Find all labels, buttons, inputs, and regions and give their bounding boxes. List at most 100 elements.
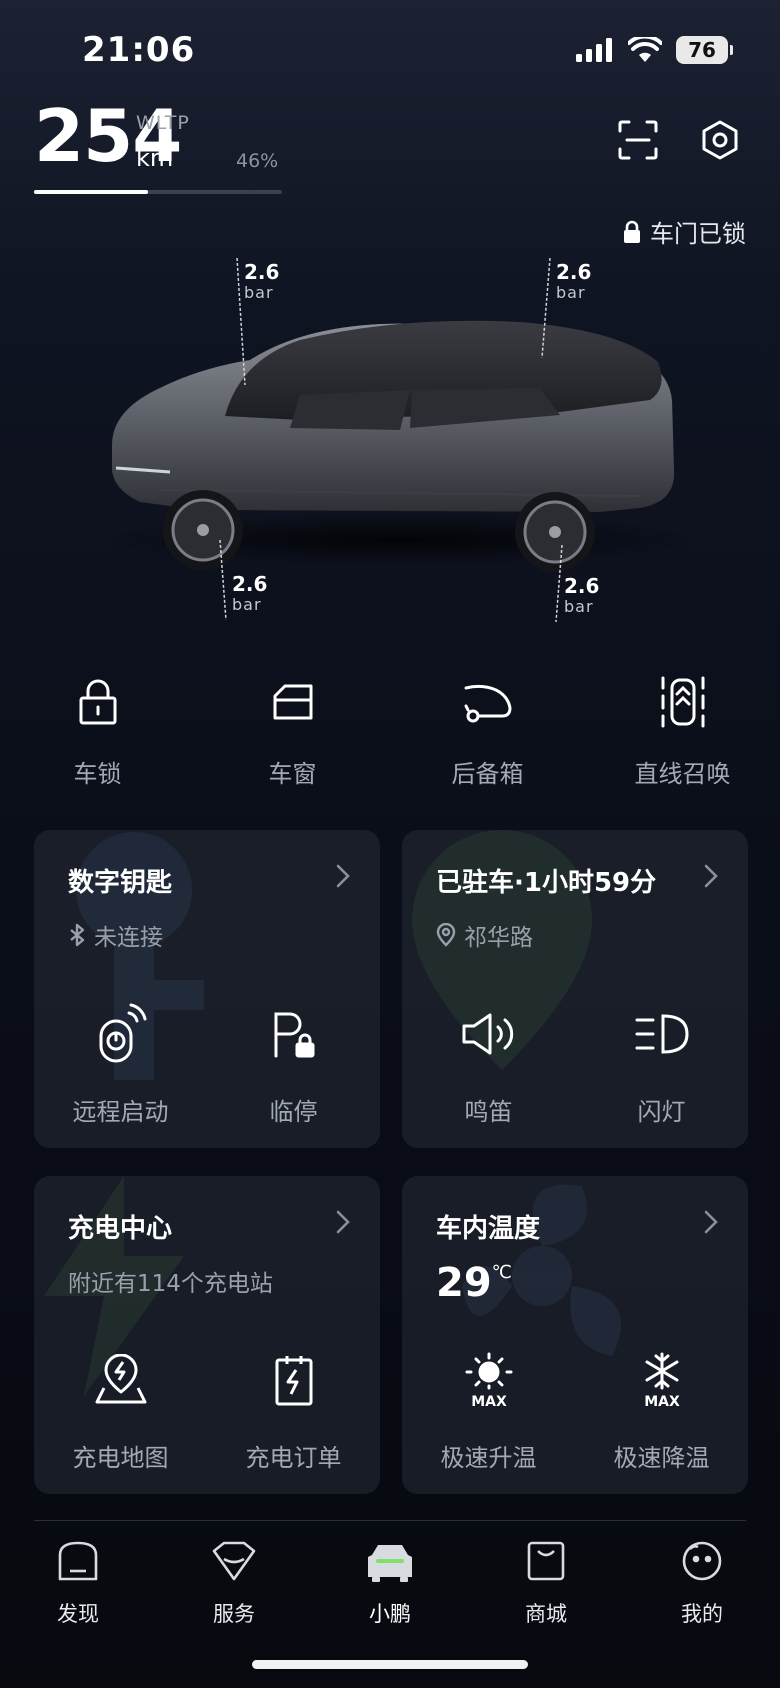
action-label: 充电地图 [72,1444,169,1472]
tab-discover[interactable]: 发现 [0,1536,156,1628]
tabbar-divider [34,1520,746,1521]
max-label: MAX [471,1394,507,1408]
card-parking[interactable]: 已驻车·1小时59分 祁华路 鸣笛 闪灯 [402,830,748,1148]
card-digital-key[interactable]: 数字钥匙 未连接 远程启动 临停 [34,830,380,1148]
lock-icon [79,679,116,725]
settings-icon [702,120,738,160]
window-icon [273,684,312,720]
charging-order-icon [275,1356,312,1406]
status-time: 21:06 [82,30,196,70]
quick-action-label: 直线召唤 [634,760,731,788]
quick-action-label: 车锁 [73,760,122,788]
tire-pressure-unit: bar [556,283,586,302]
remote-start-icon [99,1003,146,1063]
max-cool-button[interactable]: MAX 极速降温 [575,1348,748,1473]
battery-level: 76 [688,38,716,62]
scan-icon [618,120,658,160]
quick-action-window[interactable]: 车窗 [195,672,390,789]
car-illustration: 2.6 bar 2.6 bar 2.6 bar 2.6 bar [0,240,780,640]
charging-orders-button[interactable]: 充电订单 [207,1348,380,1473]
card-climate[interactable]: 车内温度 29℃ MAX 极速升温 MAX 极速降温 [402,1176,748,1494]
status-bar: 21:06 76 [0,0,780,100]
max-label: MAX [644,1394,680,1408]
action-label: 充电订单 [245,1444,342,1472]
charging-map-icon [95,1354,146,1404]
horn-icon [462,1013,513,1055]
status-icons: 76 [576,36,733,64]
tab-service[interactable]: 服务 [156,1536,312,1628]
sun-max-icon: MAX [465,1352,512,1408]
tire-pressure-unit: bar [232,595,262,614]
max-heat-button[interactable]: MAX 极速升温 [402,1348,575,1473]
card-actions: 充电地图 充电订单 [34,1348,380,1473]
temp-parking-button[interactable]: 临停 [207,1002,380,1127]
range-unit: km [136,144,174,172]
scan-button[interactable] [616,118,660,162]
home-indicator[interactable] [252,1660,528,1669]
tab-xpeng[interactable]: 小鹏 [312,1536,468,1628]
tab-me[interactable]: 我的 [624,1536,780,1628]
card-subtitle: 祁华路 [436,918,533,952]
cellular-signal-icon [576,38,612,62]
flash-lights-button[interactable]: 闪灯 [575,1002,748,1127]
parking-location: 祁华路 [464,925,533,951]
card-subtitle: 附近有114个充电站 [68,1264,273,1298]
battery-percent: 46% [236,150,279,172]
tab-mall[interactable]: 商城 [468,1536,624,1628]
action-label: 远程启动 [72,1098,169,1126]
settings-button[interactable] [698,118,742,162]
tire-pressure-value: 2.6 [244,260,280,284]
chevron-right-icon [336,864,350,888]
charging-map-button[interactable]: 充电地图 [34,1348,207,1473]
temperature-value: 29 [436,1260,492,1306]
action-label: 临停 [269,1098,318,1126]
honk-button[interactable]: 鸣笛 [402,1002,575,1127]
snowflake-max-icon: MAX [644,1352,680,1408]
service-icon [212,1541,256,1581]
quick-action-label: 后备箱 [451,760,524,788]
action-label: 极速升温 [440,1444,537,1472]
key-connection-status: 未连接 [94,925,163,951]
tire-front-left: 2.6 bar [244,262,279,301]
tire-pressure-unit: bar [244,283,274,302]
mall-icon [527,1541,565,1581]
remote-start-button[interactable]: 远程启动 [34,1002,207,1127]
nearby-stations: 附近有114个充电站 [68,1271,273,1297]
action-label: 闪灯 [637,1098,686,1126]
temperature-unit: ℃ [491,1262,512,1283]
card-charging[interactable]: 充电中心 附近有114个充电站 充电地图 充电订单 [34,1176,380,1494]
headlight-icon [635,1014,689,1054]
tab-label: 商城 [525,1602,567,1626]
tab-label: 我的 [681,1602,723,1626]
car-tab-icon [368,1545,412,1582]
card-actions: 远程启动 临停 [34,1002,380,1127]
tire-front-right: 2.6 bar [564,576,599,615]
tire-rear-left: 2.6 bar [232,574,267,613]
discover-icon [58,1541,98,1581]
quick-action-trunk[interactable]: 后备箱 [390,672,585,789]
tire-rear-right: 2.6 bar [556,262,591,301]
battery-indicator: 76 [676,36,733,64]
card-title: 数字钥匙 [68,868,173,898]
action-label: 极速降温 [613,1444,710,1472]
cabin-temperature: 29℃ [436,1260,512,1306]
card-title: 已驻车·1小时59分 [436,868,657,898]
card-actions: MAX 极速升温 MAX 极速降温 [402,1348,748,1473]
quick-action-lock[interactable]: 车锁 [0,672,195,789]
profile-icon [682,1541,722,1581]
card-title: 车内温度 [436,1214,541,1244]
tire-pressure-value: 2.6 [564,574,600,598]
trunk-icon [464,684,512,723]
bottom-tab-bar: 发现 服务 小鹏 商城 我的 [0,1536,780,1628]
tire-pressure-value: 2.6 [556,260,592,284]
car-image [100,257,700,623]
range-progress-fill [34,190,149,194]
quick-action-summon[interactable]: 直线召唤 [585,672,780,789]
tire-pressure-value: 2.6 [232,572,268,596]
chevron-right-icon [336,1210,350,1234]
summon-icon [661,676,704,728]
card-title: 充电中心 [68,1214,173,1244]
chevron-right-icon [704,1210,718,1234]
tab-label: 发现 [57,1602,99,1626]
parking-lock-icon [274,1012,314,1058]
